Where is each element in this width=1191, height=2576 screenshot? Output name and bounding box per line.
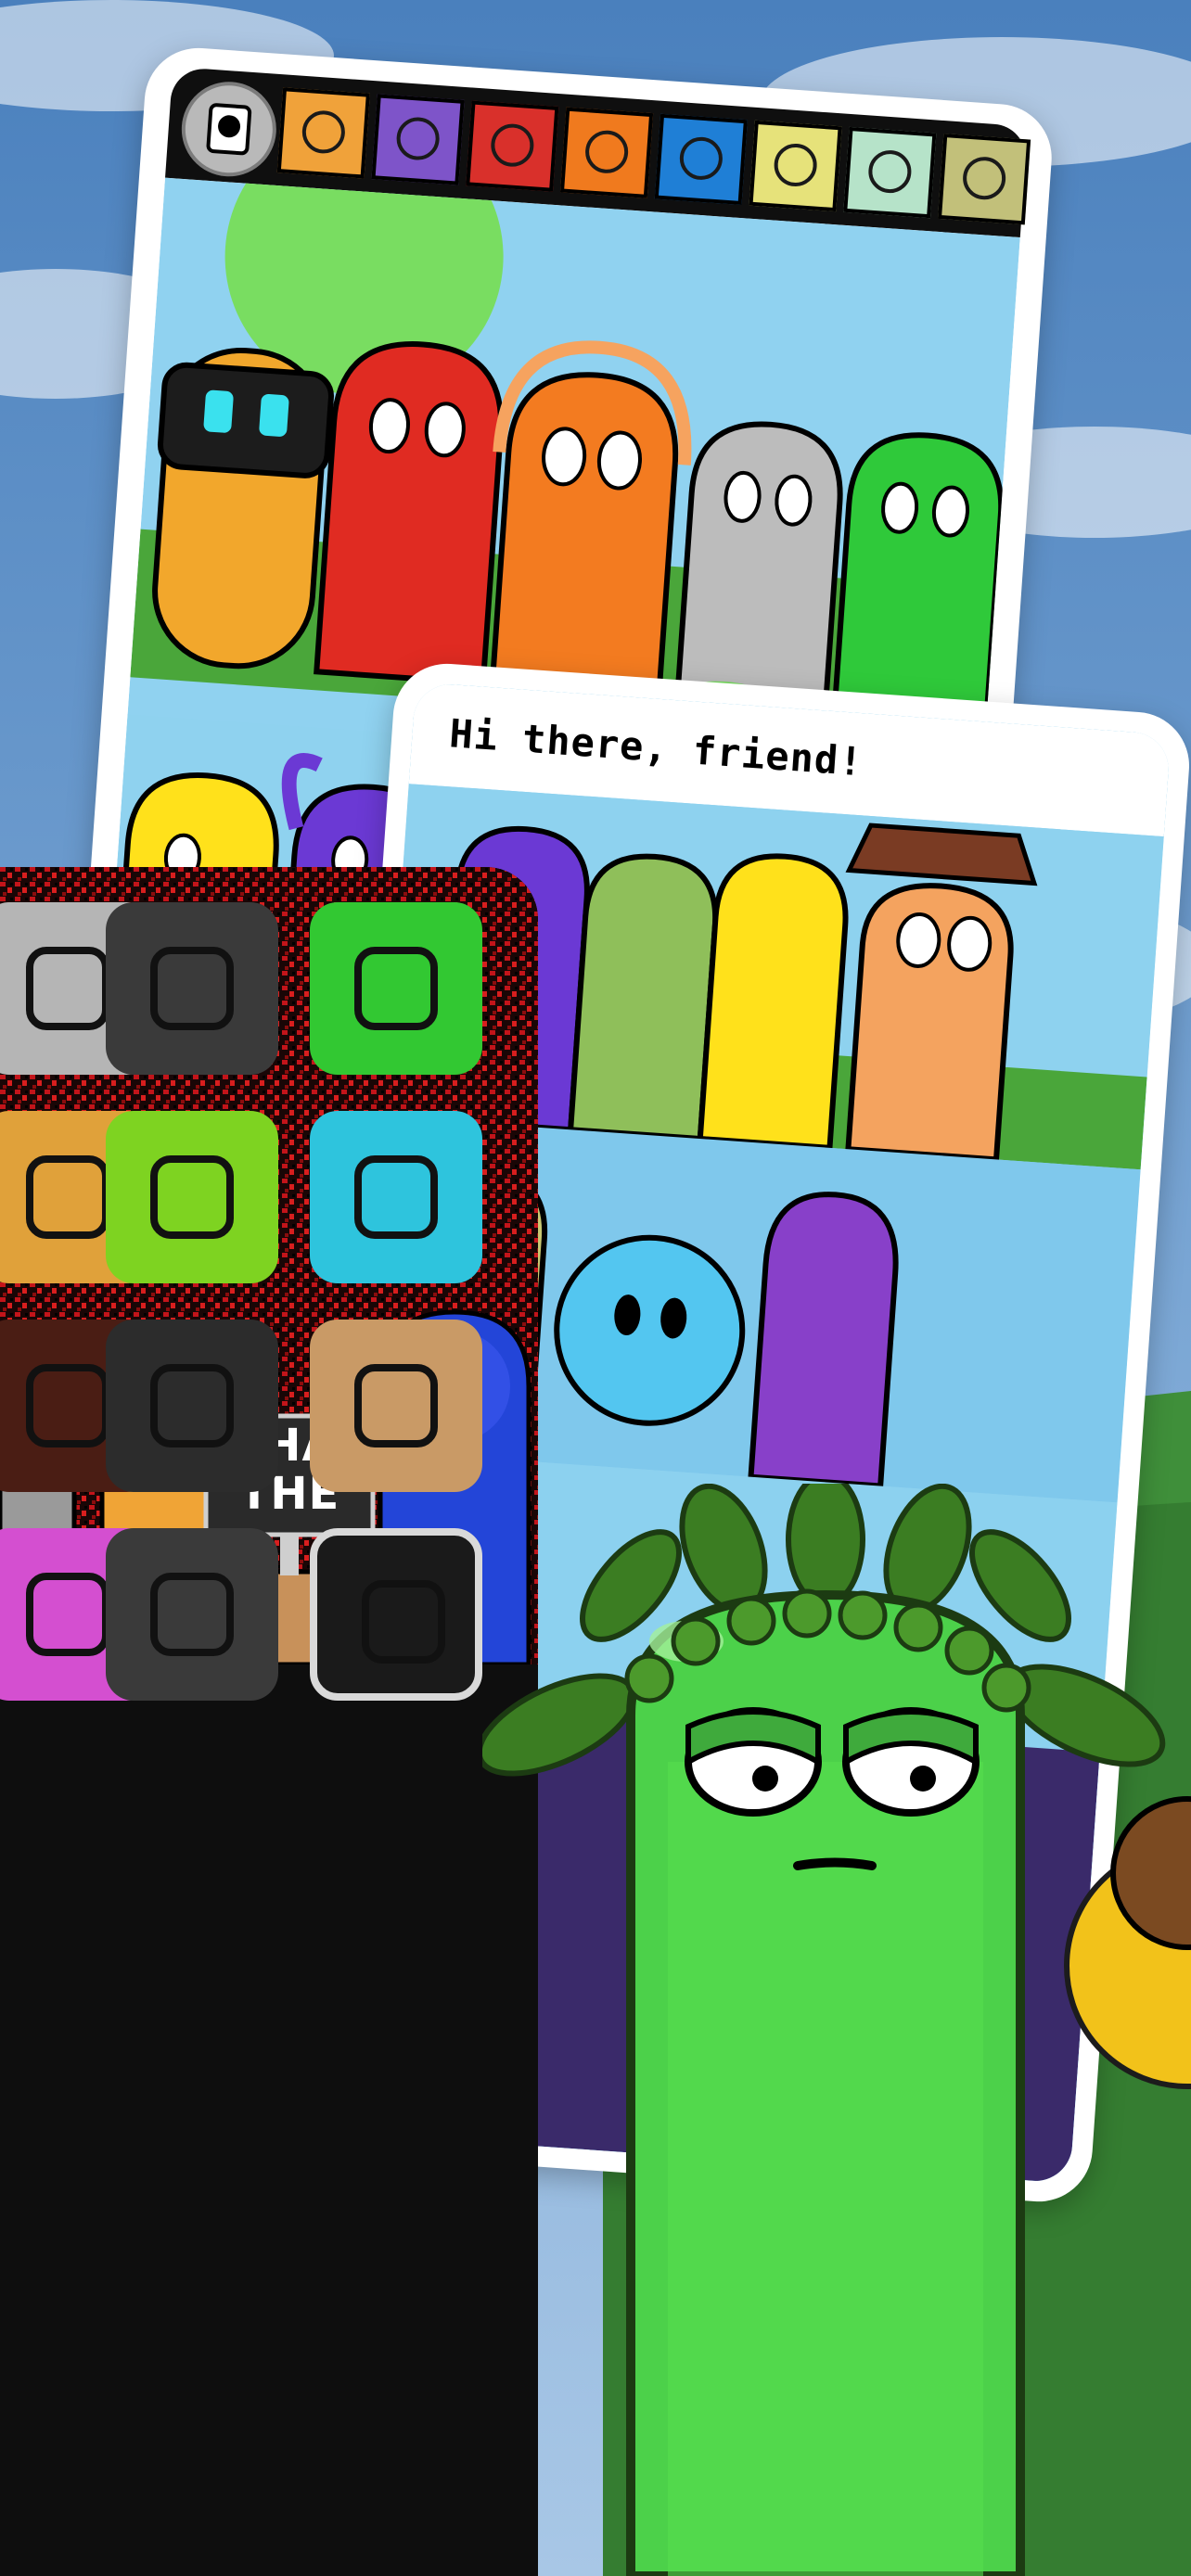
toolbar-slot-6[interactable] (749, 120, 842, 212)
toolbar-slot-8[interactable] (937, 134, 1031, 225)
earbuds-icon (150, 1364, 234, 1447)
green-leaf-mascot (482, 1484, 1191, 2576)
top-hat-icon (362, 1580, 445, 1664)
bars-icon (26, 1155, 109, 1239)
headphones-robot-icon (301, 108, 347, 155)
mustache-icon (866, 148, 913, 195)
skull-icon (150, 1573, 234, 1656)
toolbar-slot-2[interactable] (371, 94, 465, 185)
sound-icon-button-6[interactable] (310, 1111, 482, 1283)
sprout-icon (26, 1364, 109, 1447)
toolbar-slot-4[interactable] (559, 107, 654, 198)
sound-icon-button-9[interactable] (310, 1320, 482, 1492)
sound-icon-button-2[interactable] (106, 902, 278, 1075)
shades-icon (395, 115, 442, 162)
sound-icon-button-12[interactable] (310, 1528, 482, 1701)
flame-icon (583, 129, 630, 175)
toolbar-slot-1[interactable] (276, 87, 370, 179)
split-face-icon (489, 122, 535, 169)
cowboy-hat-icon (354, 1364, 438, 1447)
flower-leaf-icon (354, 947, 438, 1030)
sound-icon-grid (0, 867, 538, 2576)
left-phone-card: WHAT THE (0, 867, 538, 2576)
glasses-round-icon (354, 1155, 438, 1239)
portrait-frame-icon (206, 103, 252, 156)
sound-icon-button-8[interactable] (106, 1320, 278, 1492)
bow-icon (26, 1573, 109, 1656)
egg-icon (773, 142, 819, 188)
headband-icon (150, 947, 234, 1030)
sound-icon-button-3[interactable] (310, 902, 482, 1075)
olive-hat-icon (961, 155, 1007, 201)
blue-mouth-icon (678, 135, 724, 182)
toolbar-slot-3[interactable] (466, 100, 559, 192)
sound-icon-button-5[interactable] (106, 1111, 278, 1283)
leash-icon (26, 947, 109, 1030)
toolbar-slot-5[interactable] (654, 113, 748, 206)
character-selector-button[interactable] (178, 78, 280, 180)
fishing-rod-icon (150, 1155, 234, 1239)
app-store-screenshot: Hi there, friend! WHAT THE (0, 0, 1191, 2576)
sound-icon-button-11[interactable] (106, 1528, 278, 1701)
toolbar-slot-7[interactable] (843, 126, 937, 219)
